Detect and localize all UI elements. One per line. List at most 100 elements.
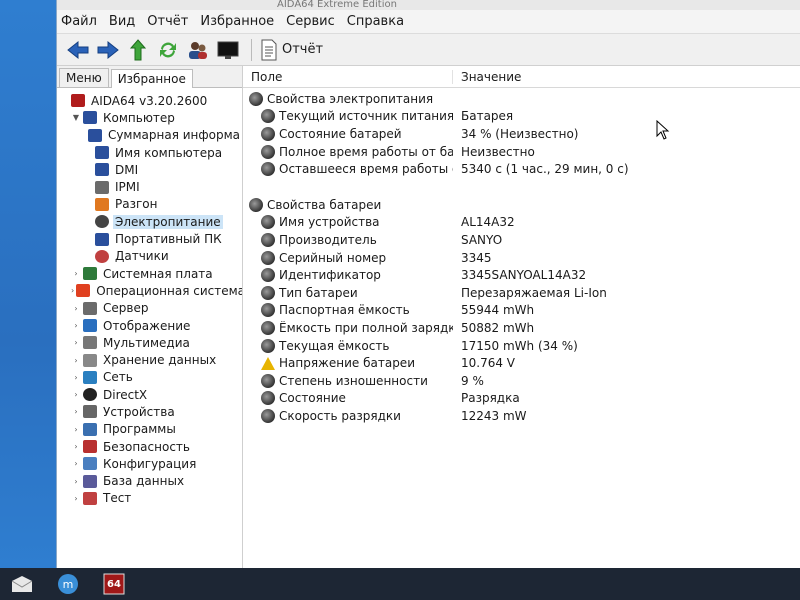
tree-item-19[interactable]: › Программы — [57, 421, 242, 438]
users-button[interactable] — [185, 37, 211, 63]
property-row[interactable]: Состояние батарей 34 % (Неизвестно) — [243, 125, 800, 143]
property-row[interactable]: Напряжение батареи 10.764 V — [243, 354, 800, 372]
menu-view[interactable]: Вид — [109, 14, 143, 29]
property-value: 9 % — [461, 373, 484, 388]
taskbar-aida64-button[interactable]: 64 — [102, 572, 126, 596]
tree-item-8[interactable]: Портативный ПК — [57, 230, 242, 247]
report-document-icon — [261, 39, 277, 60]
property-row[interactable]: Скорость разрядки 12243 mW — [243, 407, 800, 425]
monitor-button[interactable] — [215, 37, 241, 63]
tab-favorites[interactable]: Избранное — [110, 69, 193, 88]
taskbar-media-button[interactable]: m — [56, 572, 80, 596]
property-row[interactable]: Состояние Разрядка — [243, 390, 800, 408]
tree-item-23[interactable]: › Тест — [57, 490, 242, 507]
tree-item-12[interactable]: › Сервер — [57, 300, 242, 317]
menu-favorites[interactable]: Избранное — [200, 14, 282, 29]
back-button[interactable] — [65, 37, 91, 63]
refresh-button[interactable] — [155, 37, 181, 63]
tab-menu[interactable]: Меню — [59, 68, 109, 87]
expander-arrow-icon[interactable]: › — [71, 407, 81, 416]
tree-item-4[interactable]: DMI — [57, 161, 242, 178]
property-row[interactable]: Текущий источник питания Батарея — [243, 108, 800, 126]
expander-arrow-icon[interactable]: › — [71, 321, 81, 330]
network-icon — [83, 370, 97, 384]
tree-item-label: DMI — [115, 162, 139, 177]
menu-bar: Файл Вид Отчёт Избранное Сервис Справка — [57, 10, 800, 34]
expander-arrow-icon[interactable]: › — [71, 425, 81, 434]
group-label: Свойства батареи — [267, 197, 382, 212]
expander-arrow-icon[interactable]: › — [71, 338, 81, 347]
menu-report[interactable]: Отчёт — [147, 14, 196, 29]
expander-arrow-icon[interactable]: › — [71, 477, 81, 486]
property-row[interactable]: Степень изношенности 9 % — [243, 372, 800, 390]
battery-properties-group[interactable]: Свойства батареи — [243, 196, 800, 214]
tree-item-5[interactable]: IPMI — [57, 178, 242, 195]
expander-arrow-icon[interactable]: › — [71, 459, 81, 468]
tree-item-21[interactable]: › Конфигурация — [57, 455, 242, 472]
tree-item-0[interactable]: AIDA64 v3.20.2600 — [57, 92, 242, 109]
tree-item-label: Безопасность — [103, 439, 190, 454]
expander-arrow-icon[interactable]: ▼ — [71, 113, 81, 122]
tree-item-label: Отображение — [103, 318, 191, 333]
tree-item-14[interactable]: › Мультимедиа — [57, 334, 242, 351]
property-row[interactable]: Серийный номер 3345 — [243, 249, 800, 267]
property-row[interactable]: Тип батареи Перезаряжаемая Li-Ion — [243, 284, 800, 302]
report-label: Отчёт — [282, 42, 324, 57]
property-row[interactable]: Полное время работы от бата... Неизвестно — [243, 143, 800, 161]
expander-arrow-icon[interactable]: › — [71, 442, 81, 451]
property-field: Оставшееся время работы от ... — [279, 162, 453, 177]
tree-item-20[interactable]: › Безопасность — [57, 438, 242, 455]
server-icon — [95, 180, 109, 194]
property-row[interactable]: Производитель SANYO — [243, 231, 800, 249]
tree-item-7[interactable]: Электропитание — [57, 213, 242, 230]
property-row[interactable]: Идентификатор 3345SANYOAL14A32 — [243, 266, 800, 284]
property-row[interactable]: Ёмкость при полной зарядке 50882 mWh — [243, 319, 800, 337]
tree-item-13[interactable]: › Отображение — [57, 317, 242, 334]
tree-item-3[interactable]: Имя компьютера — [57, 144, 242, 161]
expander-arrow-icon[interactable]: › — [71, 356, 81, 365]
menu-file[interactable]: Файл — [61, 14, 105, 29]
tree-item-22[interactable]: › База данных — [57, 473, 242, 490]
computer-icon — [87, 128, 102, 142]
expander-arrow-icon[interactable]: › — [71, 390, 81, 399]
multimedia-icon — [83, 336, 97, 350]
tree-item-2[interactable]: Суммарная информа — [57, 127, 242, 144]
report-button[interactable]: Отчёт — [260, 39, 323, 61]
menu-service[interactable]: Сервис — [286, 14, 343, 29]
tree-item-1[interactable]: ▼ Компьютер — [57, 109, 242, 126]
property-row[interactable]: Текущая ёмкость 17150 mWh (34 %) — [243, 337, 800, 355]
column-header-field[interactable]: Поле — [243, 69, 453, 84]
column-header-value[interactable]: Значение — [453, 70, 521, 84]
expander-arrow-icon[interactable]: › — [71, 373, 81, 382]
tree-item-10[interactable]: › Системная плата — [57, 265, 242, 282]
tree-item-18[interactable]: › Устройства — [57, 403, 242, 420]
computer-icon — [95, 163, 109, 177]
tree-item-17[interactable]: › DirectX — [57, 386, 242, 403]
tree-item-label: Датчики — [115, 249, 169, 264]
window-title: AIDA64 Extreme Edition — [57, 0, 800, 10]
nav-tabs: Меню Избранное — [57, 66, 242, 88]
property-row[interactable]: Паспортная ёмкость 55944 mWh — [243, 302, 800, 320]
windows-icon — [76, 284, 91, 298]
tree-item-label: IPMI — [115, 180, 140, 195]
tree-item-9[interactable]: Датчики — [57, 248, 242, 265]
up-button[interactable] — [125, 37, 151, 63]
expander-arrow-icon[interactable]: › — [71, 269, 81, 278]
expander-arrow-icon[interactable]: › — [71, 304, 81, 313]
power-properties-group[interactable]: Свойства электропитания — [243, 90, 800, 108]
refresh-icon — [160, 42, 176, 57]
tree-item-16[interactable]: › Сеть — [57, 369, 242, 386]
property-row[interactable]: Оставшееся время работы от ... 5340 с (1 … — [243, 160, 800, 178]
expander-arrow-icon[interactable]: › — [71, 494, 81, 503]
forward-button[interactable] — [95, 37, 121, 63]
forward-arrow-icon — [97, 40, 119, 59]
tree-item-11[interactable]: › Операционная система — [57, 282, 242, 299]
menu-help[interactable]: Справка — [347, 14, 412, 29]
gear-icon — [261, 268, 275, 283]
tree-item-6[interactable]: Разгон — [57, 196, 242, 213]
taskbar-mail-button[interactable] — [10, 572, 34, 596]
gear-icon — [261, 408, 275, 423]
expander-arrow-icon[interactable]: › — [71, 286, 74, 295]
property-row[interactable]: Имя устройства AL14A32 — [243, 214, 800, 232]
tree-item-15[interactable]: › Хранение данных — [57, 351, 242, 368]
